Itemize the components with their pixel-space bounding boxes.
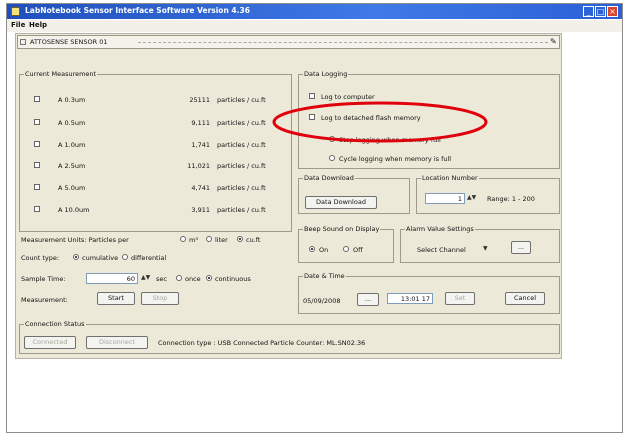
sample-time-spinner-icon[interactable]: ▲▼ xyxy=(141,274,150,281)
close-icon[interactable]: × xyxy=(607,6,618,17)
alarm-settings-button[interactable]: ... xyxy=(511,241,531,254)
menu-file[interactable]: File xyxy=(11,21,25,29)
toolbar-icon xyxy=(20,39,26,45)
channel-label: A 10.0um xyxy=(58,206,90,214)
channel-value: 11,021 xyxy=(187,162,210,170)
channel-label: A 1.0um xyxy=(58,141,86,149)
channel-unit: particles / cu.ft xyxy=(217,96,266,104)
alarm-group: Alarm Value Settings Select Channel ▼ ..… xyxy=(400,225,560,263)
set-button[interactable]: Set xyxy=(445,292,475,305)
start-button[interactable]: Start xyxy=(97,292,135,305)
window-title: LabNotebook Sensor Interface Software Ve… xyxy=(25,6,250,15)
pin-icon[interactable]: ✎ xyxy=(550,37,557,46)
channel-label: A 0.3um xyxy=(58,96,86,104)
sample-time-input[interactable]: 60 xyxy=(86,273,138,284)
location-number-group: Location Number 1 ▲▼ Range: 1 - 200 xyxy=(416,174,560,214)
chevron-down-icon[interactable]: ▼ xyxy=(483,245,488,252)
highlight-ellipse xyxy=(272,101,488,143)
channel-checkbox[interactable] xyxy=(34,206,40,212)
count-cumulative-label: cumulative xyxy=(82,254,119,262)
toolbar: ATTOSENSE SENSOR 01 ✎ xyxy=(17,35,560,49)
current-measurement-title: Current Measurement xyxy=(24,70,98,78)
cancel-button[interactable]: Cancel xyxy=(505,292,545,305)
connect-button[interactable]: Connected xyxy=(24,336,76,349)
stop-button[interactable]: Stop xyxy=(141,292,179,305)
channel-label: A 2.5um xyxy=(58,162,86,170)
beep-off-label: Off xyxy=(353,246,363,254)
connection-status-title: Connection Status xyxy=(24,320,86,328)
sample-once-radio[interactable] xyxy=(176,275,182,281)
connection-status-text: Connection type : USB Connected Particle… xyxy=(158,339,366,347)
data-download-group: Data Download Data Download xyxy=(298,174,410,214)
toolbar-track xyxy=(138,42,548,43)
channel-unit: particles / cu.ft xyxy=(217,162,266,170)
sample-once-label: once xyxy=(185,275,201,283)
count-differential-label: differential xyxy=(131,254,167,262)
date-picker-button[interactable]: ... xyxy=(357,293,379,306)
beep-group: Beep Sound on Display On Off xyxy=(298,225,394,263)
channel-unit: particles / cu.ft xyxy=(217,141,266,149)
count-cumulative-radio[interactable] xyxy=(73,254,79,260)
connection-status-group: Connection Status Connected Disconnect C… xyxy=(19,320,560,354)
channel-value: 9,111 xyxy=(191,119,210,127)
sample-continuous-label: continuous xyxy=(215,275,251,283)
channel-unit: particles / cu.ft xyxy=(217,184,266,192)
sample-time-unit: sec xyxy=(156,275,167,283)
channel-value: 3,911 xyxy=(191,206,210,214)
disconnect-button[interactable]: Disconnect xyxy=(86,336,148,349)
beep-title: Beep Sound on Display xyxy=(303,225,381,233)
channel-value: 4,741 xyxy=(191,184,210,192)
cycle-logging-radio[interactable] xyxy=(329,155,335,161)
cycle-logging-label: Cycle logging when memory is full xyxy=(339,155,452,163)
app-icon xyxy=(11,7,20,16)
units-label: Measurement Units: Particles per xyxy=(21,236,129,244)
channel-value: 25111 xyxy=(189,96,210,104)
sample-continuous-radio[interactable] xyxy=(206,275,212,281)
minimize-icon[interactable]: _ xyxy=(583,6,594,17)
channel-checkbox[interactable] xyxy=(34,96,40,102)
beep-on-label: On xyxy=(319,246,329,254)
beep-on-radio[interactable] xyxy=(309,246,315,252)
channel-checkbox[interactable] xyxy=(34,162,40,168)
beep-off-radio[interactable] xyxy=(343,246,349,252)
menu-help[interactable]: Help xyxy=(29,21,47,29)
measurement-label: Measurement: xyxy=(21,296,68,304)
location-spinner-icon[interactable]: ▲▼ xyxy=(467,194,476,201)
channel-checkbox[interactable] xyxy=(34,141,40,147)
data-download-button[interactable]: Data Download xyxy=(305,196,377,209)
count-type-label: Count type: xyxy=(21,254,60,262)
maximize-icon[interactable]: □ xyxy=(595,6,606,17)
units-cuft-label: cu.ft xyxy=(246,236,261,244)
location-number-title: Location Number xyxy=(421,174,479,182)
channel-unit: particles / cu.ft xyxy=(217,119,266,127)
time-input[interactable]: 13:01 17 xyxy=(387,293,433,304)
location-number-input[interactable]: 1 xyxy=(425,193,465,204)
channel-unit: particles / cu.ft xyxy=(217,206,266,214)
menu-bar: File Help xyxy=(7,20,622,32)
alarm-title: Alarm Value Settings xyxy=(405,225,475,233)
channel-checkbox[interactable] xyxy=(34,184,40,190)
sample-time-label: Sample Time: xyxy=(21,275,66,283)
data-download-title: Data Download xyxy=(303,174,355,182)
date-time-group: Date & Time 05/09/2008 ... 13:01 17 Set … xyxy=(298,272,560,314)
units-m3-radio[interactable] xyxy=(180,236,186,242)
channel-checkbox[interactable] xyxy=(34,119,40,125)
date-value: 05/09/2008 xyxy=(303,297,341,305)
data-logging-title: Data Logging xyxy=(303,70,349,78)
units-cuft-radio[interactable] xyxy=(237,236,243,242)
channel-value: 1,741 xyxy=(191,141,210,149)
alarm-select-label[interactable]: Select Channel xyxy=(417,246,466,254)
count-differential-radio[interactable] xyxy=(122,254,128,260)
highlight-ellipse-shape xyxy=(272,101,488,143)
units-m3-label: m³ xyxy=(189,236,198,244)
title-bar[interactable]: LabNotebook Sensor Interface Software Ve… xyxy=(7,4,622,19)
current-measurement-group: Current Measurement A 0.3um 25111 partic… xyxy=(19,70,292,232)
units-liter-label: liter xyxy=(215,236,228,244)
toolbar-label: ATTOSENSE SENSOR 01 xyxy=(30,38,108,46)
location-range: Range: 1 - 200 xyxy=(487,195,535,203)
channel-label: A 0.5um xyxy=(58,119,86,127)
units-liter-radio[interactable] xyxy=(206,236,212,242)
date-time-title: Date & Time xyxy=(303,272,346,280)
channel-label: A 5.0um xyxy=(58,184,86,192)
